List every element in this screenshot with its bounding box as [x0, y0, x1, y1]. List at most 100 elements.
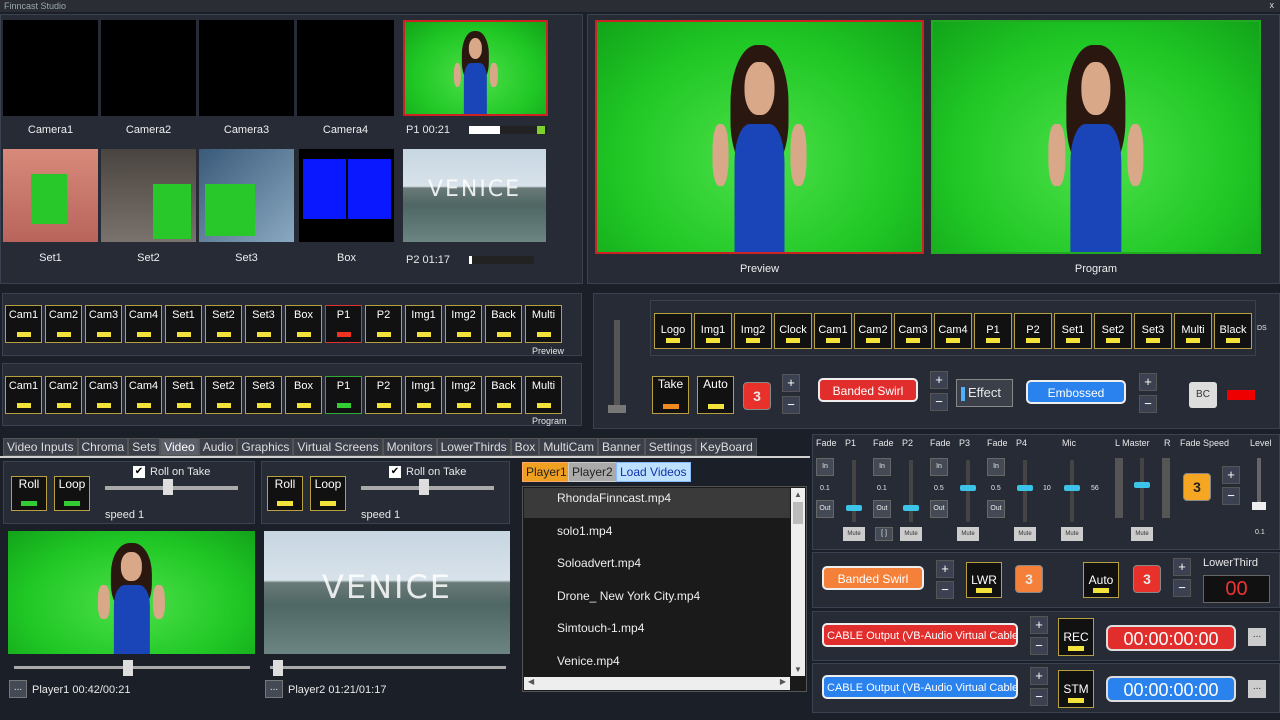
- effect1-minus[interactable]: −: [930, 393, 948, 411]
- overlay-btn-set3[interactable]: Set3: [1134, 313, 1172, 349]
- playlist-item[interactable]: RhondaFinncast.mp4: [557, 491, 671, 505]
- playlist-item[interactable]: Soloadvert.mp4: [557, 556, 641, 570]
- mic-mute[interactable]: Mute: [1061, 527, 1083, 541]
- rec-button[interactable]: REC: [1058, 618, 1094, 656]
- playlist-item[interactable]: Drone_ New York City.mp4: [557, 589, 700, 603]
- overlay-btn-img1[interactable]: Img1: [694, 313, 732, 349]
- preview-btn-box[interactable]: Box: [285, 305, 322, 343]
- player2-seek[interactable]: [270, 666, 506, 669]
- effect2[interactable]: Embossed: [1026, 380, 1126, 404]
- program-btn-p2[interactable]: P2: [365, 376, 402, 414]
- lt-auto-button[interactable]: Auto: [1083, 562, 1119, 598]
- tab-audio[interactable]: Audio: [198, 438, 238, 456]
- overlay-btn-cam3[interactable]: Cam3: [894, 313, 932, 349]
- tab-video-inputs[interactable]: Video Inputs: [3, 438, 78, 456]
- channel-mute[interactable]: Mute: [1014, 527, 1036, 541]
- effect2-plus[interactable]: +: [1139, 373, 1157, 391]
- tab-video[interactable]: Video: [160, 438, 199, 456]
- preview-btn-cam2[interactable]: Cam2: [45, 305, 82, 343]
- player2-more[interactable]: ...: [265, 680, 283, 698]
- preview-btn-set2[interactable]: Set2: [205, 305, 242, 343]
- preview-btn-multi[interactable]: Multi: [525, 305, 562, 343]
- overlay-btn-clock[interactable]: Clock: [774, 313, 812, 349]
- player2-seek-thumb[interactable]: [273, 660, 283, 676]
- duration-box[interactable]: 3: [743, 382, 771, 410]
- player2-roll[interactable]: Roll: [267, 476, 303, 511]
- player2-loop[interactable]: Loop: [310, 476, 346, 511]
- take-button[interactable]: Take: [652, 376, 689, 414]
- record-source[interactable]: CABLE Output (VB-Audio Virtual Cable): [822, 623, 1018, 647]
- tab-banner[interactable]: Banner: [597, 438, 645, 456]
- effect-button[interactable]: Effect: [956, 379, 1013, 407]
- lowerthird-effect[interactable]: Banded Swirl: [822, 566, 924, 590]
- box-thumb[interactable]: [299, 149, 394, 242]
- preview-btn-p1[interactable]: P1: [325, 305, 362, 343]
- lt-auto-duration[interactable]: 3: [1133, 565, 1161, 593]
- transition-effect[interactable]: Banded Swirl: [818, 378, 918, 402]
- fade-speed-plus[interactable]: +: [1222, 466, 1240, 484]
- player1-seek-thumb[interactable]: [123, 660, 133, 676]
- fade-in-button[interactable]: In: [930, 458, 948, 476]
- program-btn-img1[interactable]: Img1: [405, 376, 442, 414]
- channel-mute[interactable]: Mute: [957, 527, 979, 541]
- set1-thumb[interactable]: [3, 149, 98, 242]
- stream-source[interactable]: CABLE Output (VB-Audio Virtual Cable): [822, 675, 1018, 699]
- overlay-btn-p2[interactable]: P2: [1014, 313, 1052, 349]
- master-slider[interactable]: [1140, 458, 1144, 520]
- bc-color[interactable]: [1227, 390, 1255, 400]
- effect1-plus[interactable]: +: [930, 371, 948, 389]
- bc-button[interactable]: BC: [1189, 382, 1217, 408]
- overlay-btn-cam4[interactable]: Cam4: [934, 313, 972, 349]
- player1-roll[interactable]: Roll: [11, 476, 47, 511]
- tab-multicam[interactable]: MultiCam: [539, 438, 598, 456]
- overlay-btn-cam2[interactable]: Cam2: [854, 313, 892, 349]
- overlay-btn-cam1[interactable]: Cam1: [814, 313, 852, 349]
- playlist-vscroll[interactable]: ▲ ▼: [791, 488, 805, 676]
- camera3-thumb[interactable]: [199, 20, 294, 116]
- player1-loop[interactable]: Loop: [54, 476, 90, 511]
- playlist-tab-player1[interactable]: Player1: [522, 462, 571, 482]
- program-btn-set2[interactable]: Set2: [205, 376, 242, 414]
- player1-roll-checkbox[interactable]: ✔: [133, 466, 145, 478]
- lt-effect-plus[interactable]: +: [936, 560, 954, 578]
- t-bar[interactable]: [614, 320, 620, 412]
- rec-minus[interactable]: −: [1030, 637, 1048, 655]
- player2-speed-thumb[interactable]: [419, 479, 429, 495]
- fade-speed-value[interactable]: 3: [1183, 473, 1211, 501]
- preview-btn-back[interactable]: Back: [485, 305, 522, 343]
- fade-out-button[interactable]: Out: [816, 500, 834, 518]
- fade-out-button[interactable]: Out: [930, 500, 948, 518]
- lt-effect-minus[interactable]: −: [936, 581, 954, 599]
- fade-out-button[interactable]: Out: [987, 500, 1005, 518]
- tab-sets[interactable]: Sets: [128, 438, 161, 456]
- overlay-btn-set1[interactable]: Set1: [1054, 313, 1092, 349]
- playlist-hscroll[interactable]: ◀ ▶: [524, 677, 790, 690]
- p1-thumb[interactable]: [403, 20, 548, 116]
- mic-knob[interactable]: [1064, 485, 1080, 491]
- preview-btn-cam4[interactable]: Cam4: [125, 305, 162, 343]
- preview-btn-p2[interactable]: P2: [365, 305, 402, 343]
- camera4-thumb[interactable]: [297, 20, 394, 116]
- lwr-button[interactable]: LWR: [966, 562, 1002, 598]
- program-btn-back[interactable]: Back: [485, 376, 522, 414]
- close-button[interactable]: x: [1270, 0, 1275, 10]
- program-btn-set1[interactable]: Set1: [165, 376, 202, 414]
- preview-btn-set3[interactable]: Set3: [245, 305, 282, 343]
- tab-chroma[interactable]: Chroma: [77, 438, 129, 456]
- tab-box[interactable]: Box: [510, 438, 540, 456]
- playlist-item[interactable]: Venice.mp4: [557, 654, 620, 668]
- playlist-tab-player2[interactable]: Player2: [568, 462, 617, 482]
- lt-auto-plus[interactable]: +: [1173, 558, 1191, 576]
- bracket-button[interactable]: [ ]: [875, 527, 893, 541]
- channel-slider[interactable]: [1023, 460, 1027, 522]
- master-knob[interactable]: [1134, 482, 1150, 488]
- effect2-minus[interactable]: −: [1139, 395, 1157, 413]
- player2-roll-checkbox[interactable]: ✔: [389, 466, 401, 478]
- auto-button[interactable]: Auto: [697, 376, 734, 414]
- level-knob[interactable]: [1252, 502, 1266, 510]
- fade-in-button[interactable]: In: [987, 458, 1005, 476]
- duration-minus[interactable]: −: [782, 396, 800, 414]
- channel-mute[interactable]: Mute: [843, 527, 865, 541]
- channel-slider[interactable]: [909, 460, 913, 522]
- program-btn-cam3[interactable]: Cam3: [85, 376, 122, 414]
